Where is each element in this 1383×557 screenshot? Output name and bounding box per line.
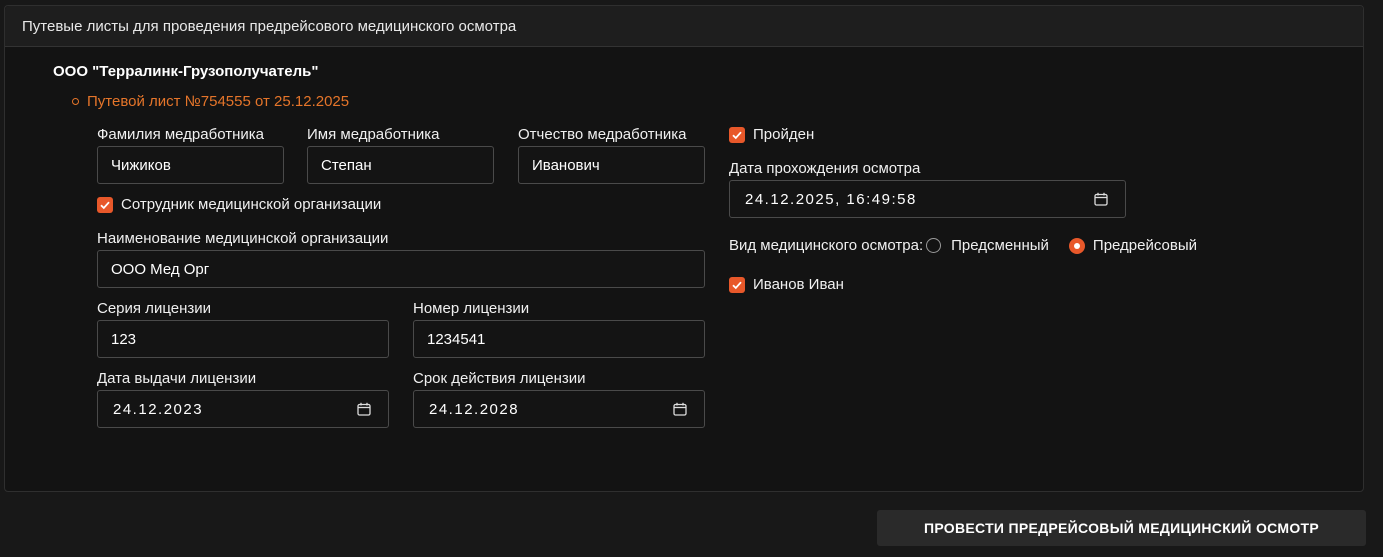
exam-date-value: 24.12.2025, 16:49:58 bbox=[745, 190, 917, 208]
exam-type-group: Вид медицинского осмотра: Предсменный Пр… bbox=[729, 237, 1197, 254]
radio-pre-shift-label[interactable]: Предсменный bbox=[951, 237, 1049, 254]
license-number-field[interactable]: 1234541 bbox=[413, 320, 705, 358]
checkmark-icon bbox=[729, 276, 745, 293]
license-expiry-date-field[interactable]: 24.12.2028 bbox=[413, 390, 705, 428]
driver-checkbox[interactable]: Иванов Иван bbox=[729, 276, 844, 293]
calendar-icon[interactable] bbox=[357, 402, 371, 416]
last-name-value: Чижиков bbox=[111, 156, 171, 174]
calendar-icon[interactable] bbox=[1094, 192, 1108, 206]
radio-pre-trip-label[interactable]: Предрейсовый bbox=[1093, 237, 1197, 254]
passed-label: Пройден bbox=[753, 126, 815, 143]
license-issue-value: 24.12.2023 bbox=[113, 400, 204, 418]
license-issue-date-field[interactable]: 24.12.2023 bbox=[97, 390, 389, 428]
first-name-value: Степан bbox=[321, 156, 372, 174]
license-number-label: Номер лицензии bbox=[413, 300, 530, 317]
waybill-item[interactable]: Путевой лист №754555 от 25.12.2025 bbox=[72, 93, 349, 110]
med-employee-checkbox[interactable]: Сотрудник медицинской организации bbox=[97, 196, 381, 213]
last-name-field[interactable]: Чижиков bbox=[97, 146, 284, 184]
checkmark-icon bbox=[97, 196, 113, 213]
organization-name: ООО "Терралинк-Грузополучатель" bbox=[53, 63, 319, 80]
patronymic-label: Отчество медработника bbox=[518, 126, 687, 143]
first-name-label: Имя медработника bbox=[307, 126, 440, 143]
first-name-field[interactable]: Степан bbox=[307, 146, 494, 184]
checkmark-icon bbox=[729, 126, 745, 143]
waybill-label: Путевой лист №754555 от 25.12.2025 bbox=[87, 93, 350, 110]
exam-type-label: Вид медицинского осмотра: bbox=[729, 237, 924, 254]
license-series-value: 123 bbox=[111, 330, 137, 348]
driver-label: Иванов Иван bbox=[753, 276, 844, 293]
exam-date-field[interactable]: 24.12.2025, 16:49:58 bbox=[729, 180, 1126, 218]
bullet-icon bbox=[72, 98, 79, 105]
last-name-label: Фамилия медработника bbox=[97, 126, 264, 143]
license-expiry-value: 24.12.2028 bbox=[429, 400, 520, 418]
exam-date-label: Дата прохождения осмотра bbox=[729, 160, 921, 177]
med-employee-label: Сотрудник медицинской организации bbox=[121, 196, 382, 213]
radio-pre-trip[interactable] bbox=[1068, 237, 1085, 254]
med-org-value: ООО Мед Орг bbox=[111, 260, 210, 278]
license-issue-label: Дата выдачи лицензии bbox=[97, 370, 257, 387]
patronymic-value: Иванович bbox=[532, 156, 600, 174]
med-org-field[interactable]: ООО Мед Орг bbox=[97, 250, 705, 288]
radio-pre-shift[interactable] bbox=[926, 238, 942, 253]
passed-checkbox[interactable]: Пройден bbox=[729, 126, 814, 143]
license-number-value: 1234541 bbox=[427, 330, 486, 348]
license-expiry-label: Срок действия лицензии bbox=[413, 370, 586, 387]
patronymic-field[interactable]: Иванович bbox=[518, 146, 705, 184]
panel-title: Путевые листы для проведения предрейсово… bbox=[5, 6, 1363, 47]
calendar-icon[interactable] bbox=[673, 402, 687, 416]
license-series-label: Серия лицензии bbox=[97, 300, 212, 317]
submit-exam-button[interactable]: ПРОВЕСТИ ПРЕДРЕЙСОВЫЙ МЕДИЦИНСКИЙ ОСМОТР bbox=[877, 510, 1366, 546]
med-org-label: Наименование медицинской организации bbox=[97, 230, 389, 247]
license-series-field[interactable]: 123 bbox=[97, 320, 389, 358]
